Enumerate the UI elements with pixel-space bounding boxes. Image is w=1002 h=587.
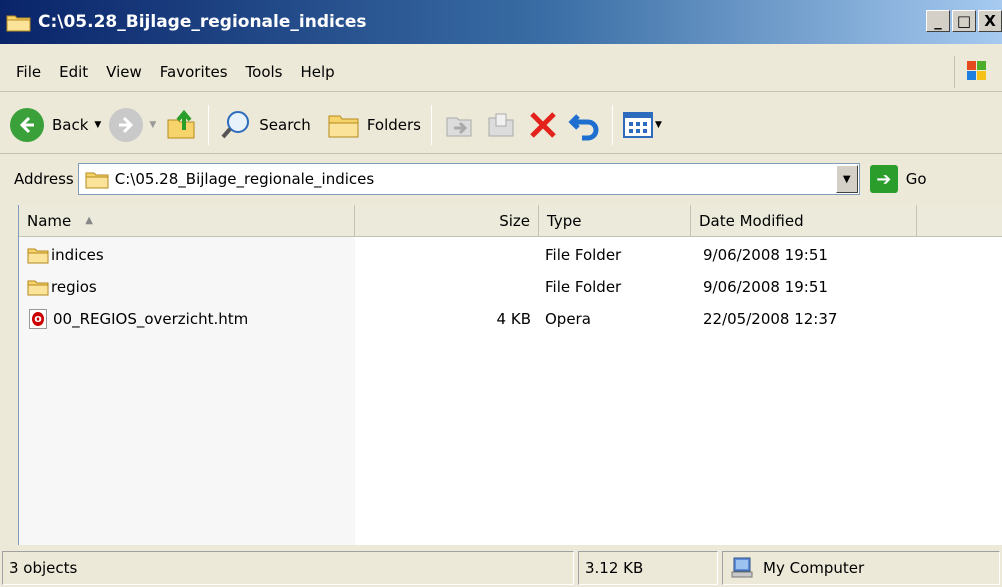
folder-icon [27, 248, 49, 264]
file-name: 00_REGIOS_overzicht.htm [53, 310, 249, 328]
address-dropdown-button[interactable]: ▼ [835, 165, 858, 193]
search-label: Search [259, 115, 311, 134]
back-button[interactable]: Back ▼ [6, 105, 105, 145]
file-date: 9/06/2008 19:51 [703, 246, 828, 264]
column-header-size[interactable]: Size [355, 205, 539, 237]
copy-to-button[interactable] [480, 105, 522, 145]
undo-icon [568, 113, 599, 140]
minimize-icon: _ [934, 12, 942, 30]
menu-view[interactable]: View [97, 63, 151, 81]
file-size: 4 KB [496, 310, 531, 328]
status-location: My Computer [722, 551, 1000, 585]
status-size: 3.12 KB [578, 551, 718, 585]
folder-icon [6, 12, 32, 32]
toolbar-separator [430, 104, 432, 145]
delete-icon [530, 111, 556, 138]
back-arrow-icon [10, 107, 44, 142]
column-header-name-label: Name [27, 211, 72, 230]
status-objects-text: 3 objects [9, 559, 78, 577]
file-date: 9/06/2008 19:51 [703, 278, 828, 296]
toolbar-separator [611, 104, 613, 145]
forward-arrow-icon [109, 107, 144, 142]
move-to-icon [446, 117, 472, 136]
toolbar: Back ▼ ▼ Search Folders ▼ [0, 96, 1002, 154]
file-name: indices [51, 246, 104, 264]
go-arrow-icon: ➔ [869, 165, 898, 193]
status-location-text: My Computer [763, 559, 865, 577]
views-dropdown-icon[interactable]: ▼ [655, 120, 662, 130]
status-objects: 3 objects [2, 551, 574, 585]
status-bar: 3 objects 3.12 KB My Computer [0, 547, 1002, 587]
sort-ascending-icon: ▲ [85, 215, 93, 226]
title-bar[interactable]: C:\05.28_Bijlage_regionale_indices _ □ X [0, 0, 1002, 44]
file-type: Opera [545, 310, 591, 328]
file-name: regios [51, 278, 97, 296]
move-to-button[interactable] [438, 105, 480, 145]
column-header-date[interactable]: Date Modified [691, 205, 917, 237]
my-computer-icon [731, 557, 753, 578]
column-header-empty [917, 205, 1002, 237]
address-bar: Address C:\05.28_Bijlage_regionale_indic… [0, 158, 1002, 200]
menu-file[interactable]: File [0, 63, 50, 81]
windows-logo-icon [954, 56, 994, 88]
list-item[interactable]: 00_REGIOS_overzicht.htm 4 KB Opera 22/05… [19, 303, 1002, 335]
maximize-button[interactable]: □ [952, 10, 976, 32]
views-button[interactable]: ▼ [619, 105, 666, 145]
search-icon [221, 110, 250, 138]
go-button[interactable]: ➔ Go [869, 165, 927, 193]
folders-icon [328, 115, 359, 137]
forward-button[interactable]: ▼ [105, 105, 160, 145]
up-folder-button[interactable] [160, 105, 202, 145]
address-label: Address [14, 170, 74, 188]
file-type: File Folder [545, 278, 622, 296]
column-header-name[interactable]: Name ▲ [19, 205, 355, 237]
column-header-type[interactable]: Type [539, 205, 691, 237]
copy-to-icon [488, 113, 514, 136]
toolbar-separator [208, 104, 210, 145]
back-label: Back [52, 115, 89, 134]
menu-tools[interactable]: Tools [237, 63, 292, 81]
address-value: C:\05.28_Bijlage_regionale_indices [114, 170, 375, 188]
minimize-button[interactable]: _ [926, 10, 950, 32]
address-field[interactable]: C:\05.28_Bijlage_regionale_indices ▼ [77, 163, 860, 195]
go-label: Go [905, 170, 927, 188]
menu-edit[interactable]: Edit [50, 63, 97, 81]
views-icon [622, 111, 653, 138]
back-dropdown-icon[interactable]: ▼ [94, 120, 101, 130]
column-header-date-label: Date Modified [699, 211, 804, 230]
menu-help[interactable]: Help [292, 63, 344, 81]
file-type: File Folder [545, 246, 622, 264]
close-icon: X [984, 12, 996, 30]
undo-button[interactable] [564, 105, 606, 145]
forward-dropdown-icon[interactable]: ▼ [149, 120, 156, 130]
column-header-type-label: Type [547, 211, 582, 230]
list-item[interactable]: indices File Folder 9/06/2008 19:51 [19, 239, 1002, 271]
close-button[interactable]: X [978, 10, 1002, 32]
window-title: C:\05.28_Bijlage_regionale_indices [38, 12, 367, 32]
folders-label: Folders [366, 115, 421, 134]
up-folder-icon [167, 109, 195, 138]
folder-icon [27, 280, 49, 296]
file-list[interactable]: Name ▲ Size Type Date Modified indices F… [18, 205, 1002, 545]
menu-bar: File Edit View Favorites Tools Help [0, 52, 1002, 92]
chevron-down-icon: ▼ [842, 173, 851, 185]
search-button[interactable]: Search [215, 105, 315, 145]
menu-favorites[interactable]: Favorites [151, 63, 237, 81]
delete-button[interactable] [522, 105, 564, 145]
column-header-size-label: Size [499, 211, 530, 230]
status-size-text: 3.12 KB [585, 559, 644, 577]
folders-button[interactable]: Folders [323, 105, 425, 145]
maximize-icon: □ [956, 12, 972, 30]
opera-document-icon [29, 309, 47, 329]
list-item[interactable]: regios File Folder 9/06/2008 19:51 [19, 271, 1002, 303]
folder-icon [85, 172, 109, 189]
file-date: 22/05/2008 12:37 [703, 310, 838, 328]
